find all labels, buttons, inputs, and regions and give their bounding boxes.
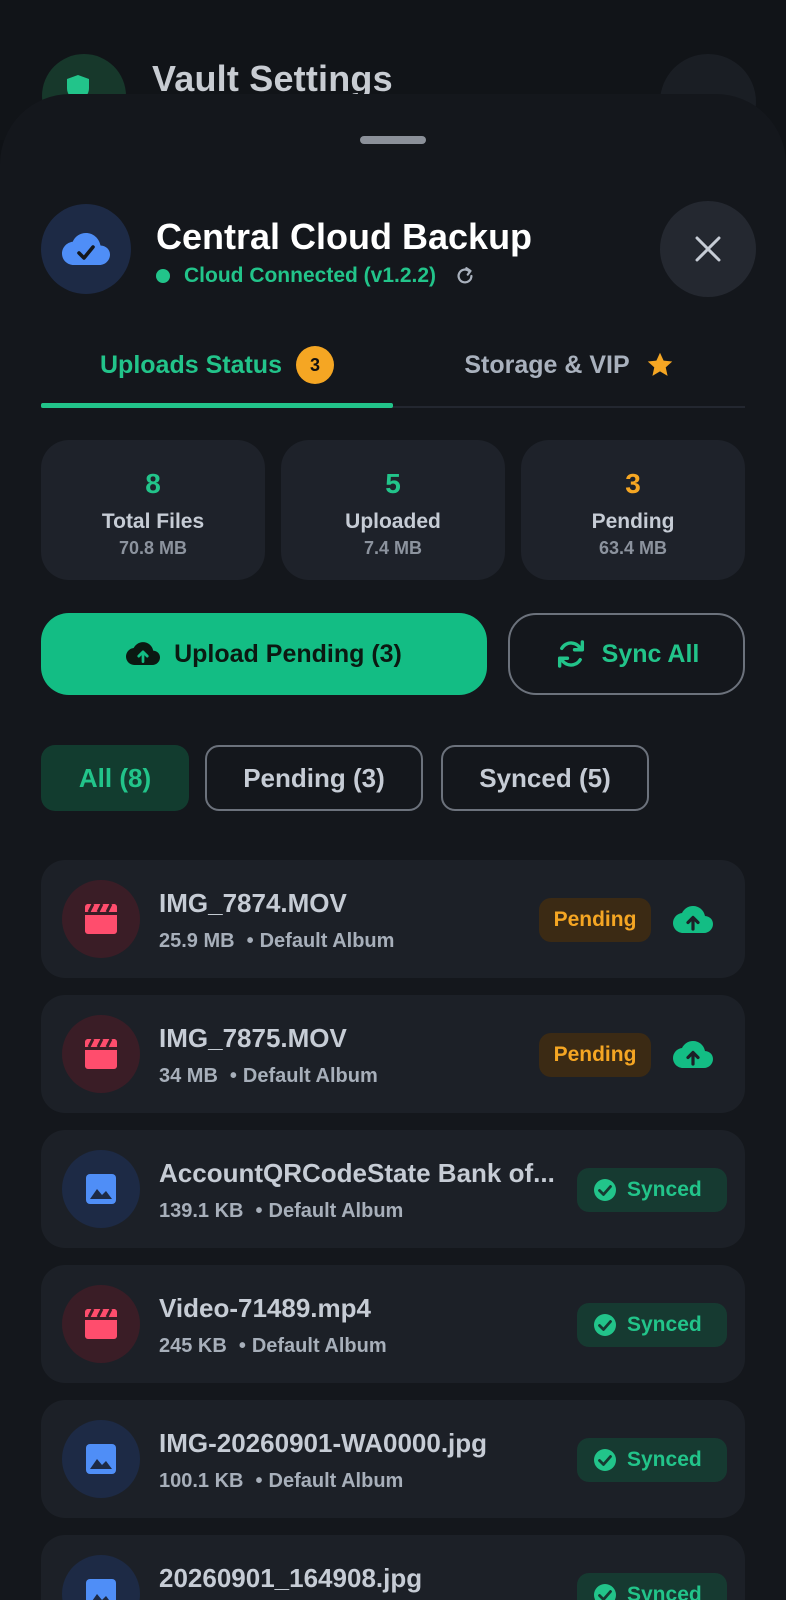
sync-icon <box>557 640 584 668</box>
status-text: Cloud Connected (v1.2.2) <box>184 264 437 287</box>
file-meta: 245 KB • Default Album <box>159 1335 387 1357</box>
file-size: 245 KB <box>159 1335 227 1357</box>
sync-all-button[interactable]: Sync All <box>508 613 745 695</box>
file-row[interactable]: IMG_7874.MOV 25.9 MB • Default Album Pendi… <box>41 860 745 978</box>
status-badge-pending: Pending <box>539 1033 651 1077</box>
filter-chip-all[interactable]: All (8) <box>41 745 189 811</box>
tab-bar: Uploads Status 3 Storage & VIP <box>41 322 745 408</box>
stat-label: Pending <box>591 510 675 533</box>
image-icon <box>86 1444 116 1474</box>
page-title: Central Cloud Backup <box>156 216 533 257</box>
sync-label: Sync All <box>601 639 700 668</box>
status-badge-synced: Synced <box>577 1303 727 1347</box>
video-clapper-icon <box>85 903 117 934</box>
status-label: Synced <box>627 1583 702 1600</box>
stat-size: 63.4 MB <box>598 538 668 558</box>
drag-handle[interactable] <box>360 136 426 144</box>
check-circle-icon <box>594 1584 616 1600</box>
check-circle-icon <box>594 1179 616 1201</box>
status-badge-pending: Pending <box>539 898 651 942</box>
close-button[interactable] <box>660 201 756 297</box>
file-meta: 34 MB • Default Album <box>159 1065 378 1087</box>
upload-pending-button[interactable]: Upload Pending (3) <box>41 613 487 695</box>
connection-status: Cloud Connected (v1.2.2) <box>156 264 476 288</box>
stat-size: 70.8 MB <box>118 538 188 558</box>
image-icon <box>86 1579 116 1600</box>
file-size: 100.1 KB <box>159 1470 244 1492</box>
file-name: IMG_7875.MOV <box>159 1023 347 1053</box>
file-meta: 25.9 MB • Default Album <box>159 930 395 952</box>
cloud-upload-icon[interactable] <box>673 902 713 938</box>
close-icon <box>695 236 721 262</box>
cloud-check-icon <box>62 233 110 265</box>
filter-chip-synced[interactable]: Synced (5) <box>441 745 649 811</box>
file-album: Default Album <box>268 1470 404 1492</box>
video-clapper-icon <box>85 1308 117 1339</box>
file-row[interactable]: Video-71489.mp4 245 KB • Default Album Syn… <box>41 1265 745 1383</box>
stat-card-uploaded: 5 Uploaded 7.4 MB <box>281 440 505 580</box>
file-row[interactable]: IMG_7875.MOV 34 MB • Default Album Pending <box>41 995 745 1113</box>
file-type-badge <box>62 1285 140 1363</box>
status-badge-synced: Synced <box>577 1573 727 1600</box>
stat-label: Uploaded <box>345 510 441 533</box>
file-album: Default Album <box>251 1335 387 1357</box>
file-type-badge <box>62 1015 140 1093</box>
file-type-badge <box>62 1555 140 1600</box>
stat-label: Total Files <box>101 510 205 533</box>
file-name: IMG_7874.MOV <box>159 888 347 918</box>
image-icon <box>86 1174 116 1204</box>
status-badge-synced: Synced <box>577 1168 727 1212</box>
check-circle-icon <box>594 1314 616 1336</box>
video-clapper-icon <box>85 1038 117 1069</box>
file-name: AccountQRCodeState Bank of... <box>159 1158 555 1188</box>
status-label: Synced <box>627 1448 702 1471</box>
tab-label: Uploads Status <box>100 350 282 379</box>
check-circle-icon <box>594 1449 616 1471</box>
stat-card-total: 8 Total Files 70.8 MB <box>41 440 265 580</box>
file-row[interactable]: IMG-20260901-WA0000.jpg 100.1 KB • Default… <box>41 1400 745 1518</box>
active-tab-indicator <box>41 403 393 408</box>
bottom-sheet: Central Cloud Backup Cloud Connected (v1… <box>0 94 786 1600</box>
file-type-badge <box>62 880 140 958</box>
cloud-avatar <box>41 204 131 294</box>
file-name: Video-71489.mp4 <box>159 1293 371 1323</box>
stat-card-pending: 3 Pending 63.4 MB <box>521 440 745 580</box>
status-badge-synced: Synced <box>577 1438 727 1482</box>
count-badge: 3 <box>295 346 334 384</box>
status-label: Synced <box>627 1178 702 1201</box>
upload-label: Upload Pending (3) <box>174 639 402 668</box>
stat-value: 5 <box>385 468 401 499</box>
refresh-icon[interactable] <box>454 265 476 287</box>
file-name: 20260901_164908.jpg <box>159 1563 423 1593</box>
stat-size: 7.4 MB <box>363 538 423 558</box>
tab-storage-vip[interactable]: Storage & VIP <box>393 322 745 408</box>
file-album: Default Album <box>242 1065 378 1087</box>
file-meta: 100.1 KB • Default Album <box>159 1470 404 1492</box>
file-meta: 139.1 KB • Default Album <box>159 1200 404 1222</box>
status-label: Synced <box>627 1313 702 1336</box>
cloud-upload-icon <box>126 642 161 666</box>
file-album: Default Album <box>259 930 395 952</box>
file-album: Default Album <box>268 1200 404 1222</box>
file-row[interactable]: 20260901_164908.jpg Synced <box>41 1535 745 1600</box>
file-size: 34 MB <box>159 1065 218 1087</box>
star-icon <box>647 352 672 376</box>
stat-value: 8 <box>145 468 161 499</box>
cloud-upload-icon[interactable] <box>673 1037 713 1073</box>
status-dot <box>156 269 170 283</box>
stat-value: 3 <box>625 468 641 499</box>
file-row[interactable]: AccountQRCodeState Bank of... 139.1 KB • D… <box>41 1130 745 1248</box>
tab-label: Storage & VIP <box>464 350 630 379</box>
file-size: 139.1 KB <box>159 1200 244 1222</box>
filter-chip-pending[interactable]: Pending (3) <box>205 745 423 811</box>
file-size: 25.9 MB <box>159 930 235 952</box>
file-type-badge <box>62 1150 140 1228</box>
tab-uploads-status[interactable]: Uploads Status 3 <box>41 322 393 408</box>
file-name: IMG-20260901-WA0000.jpg <box>159 1428 488 1458</box>
file-type-badge <box>62 1420 140 1498</box>
